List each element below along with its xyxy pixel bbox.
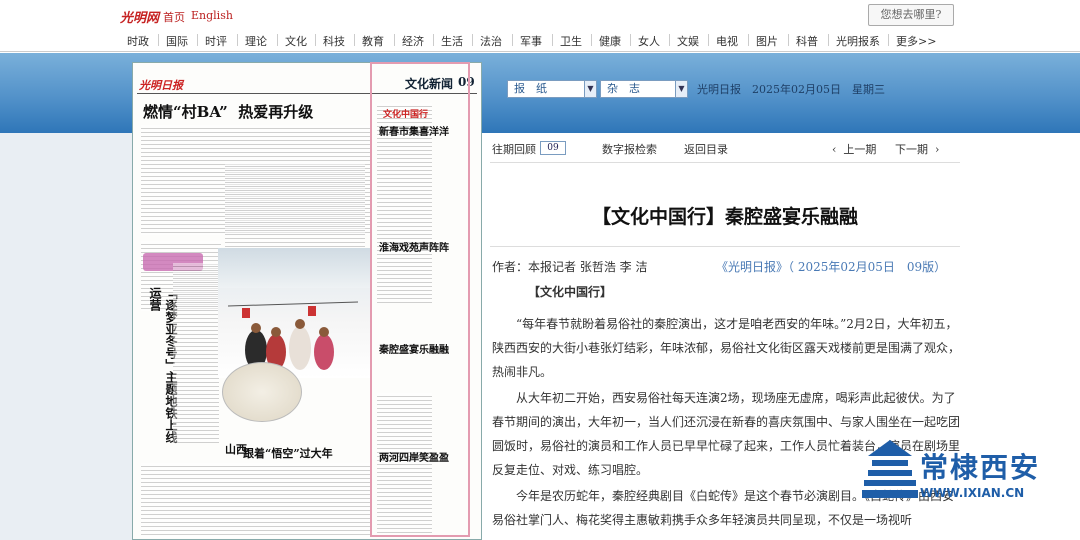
home-link[interactable]: 首页 (163, 9, 185, 25)
watermark: 常棣西安 WWW.IXIAN.CN (862, 438, 1062, 533)
article-column-tag: 【文化中国行】 (528, 285, 613, 299)
issue-date: 光明日报 2025年02月05日 星期三 (697, 83, 885, 96)
past-issues-link[interactable]: 往期回顾 (492, 141, 536, 157)
wukong-illustration (222, 362, 302, 422)
nav-item[interactable]: 法治 (480, 33, 502, 49)
site-logo[interactable]: 光明网 (120, 7, 159, 26)
nav-item[interactable]: 文娱 (677, 33, 699, 49)
nav-separator (748, 34, 749, 46)
chevron-down-icon: ▼ (584, 81, 596, 97)
paper-bottom-headline: 跟着“悟空”过大年 (243, 447, 333, 460)
article-paragraph-1: “每年春节就盼着易俗社的秦腔演出，这才是咱老西安的年味。”2月2日，大年初五，陕… (492, 317, 961, 379)
nav-item[interactable]: 卫生 (560, 33, 582, 49)
nav-separator (472, 34, 473, 46)
nav-item[interactable]: 女人 (638, 33, 660, 49)
nav-separator (512, 34, 513, 46)
nav-separator (630, 34, 631, 46)
nav-separator (828, 34, 829, 46)
nav-item[interactable]: 经济 (402, 33, 424, 49)
nav-separator (354, 34, 355, 46)
nav-item[interactable]: 科技 (323, 33, 345, 49)
article-byline: 作者：本报记者 张哲浩 李 洁 (492, 260, 648, 274)
chevron-right-icon: › (935, 143, 940, 156)
prev-issue-link[interactable]: ‹ 上一期 (832, 141, 876, 157)
article-title: 【文化中国行】秦腔盛宴乐融融 (591, 206, 858, 228)
back-to-index-link[interactable]: 返回目录 (684, 141, 728, 157)
divider (490, 162, 960, 163)
nav-item[interactable]: 电视 (716, 33, 738, 49)
nav-item[interactable]: 健康 (599, 33, 621, 49)
people-figures (228, 301, 358, 370)
top-bar: 光明网 首页 English 您想去哪里? (0, 0, 1080, 30)
nav-separator (788, 34, 789, 46)
nav-separator (315, 34, 316, 46)
nav-separator (197, 34, 198, 46)
nav-separator (591, 34, 592, 46)
nav-separator (158, 34, 159, 46)
article-source[interactable]: 《光明日报》（ 2025年02月05日 09版） (716, 258, 946, 275)
photo-sky (218, 248, 370, 288)
nav-item[interactable]: 理论 (245, 33, 267, 49)
chevron-left-icon: ‹ (832, 143, 837, 156)
nav-item[interactable]: 生活 (441, 33, 463, 49)
left-gutter (0, 133, 132, 540)
nav-item[interactable]: 图片 (756, 33, 778, 49)
nav-separator (552, 34, 553, 46)
nav-separator (669, 34, 670, 46)
pagoda-icon (862, 440, 918, 498)
nav-item[interactable]: 时评 (205, 33, 227, 49)
nav-item[interactable]: 军事 (520, 33, 542, 49)
nav-item[interactable]: 时政 (127, 33, 149, 49)
ski-photo (218, 248, 370, 378)
paper-column-frame (370, 62, 470, 537)
nav-item[interactable]: 光明报系 (836, 33, 880, 49)
nav-separator (277, 34, 278, 46)
paper-main-headline: 燃情“村BA” 热爱再升级 (143, 103, 314, 121)
chevron-down-icon: ▼ (675, 81, 687, 97)
digital-search-link[interactable]: 数字报检索 (602, 141, 657, 157)
nav-separator (237, 34, 238, 46)
site-search-button[interactable]: 您想去哪里? (868, 4, 954, 26)
issue-select[interactable]: 09 (540, 141, 566, 155)
main-nav: 时政 国际 时评 理论 文化 科技 教育 经济 生活 法治 军事 卫生 健康 女人 文娱 电视 图片 科普 光明报系… (0, 30, 1080, 52)
nav-item[interactable]: 更多>> (896, 33, 936, 49)
nav-item[interactable]: 教育 (362, 33, 384, 49)
paper-masthead: 光明日报 (139, 79, 183, 92)
nav-item[interactable]: 国际 (166, 33, 188, 49)
nav-separator (433, 34, 434, 46)
watermark-text: 常棣西安 (920, 451, 1041, 484)
divider (490, 246, 960, 247)
nav-separator (394, 34, 395, 46)
nav-item[interactable]: 文化 (285, 33, 307, 49)
nav-separator (888, 34, 889, 46)
watermark-url: WWW.IXIAN.CN (920, 486, 1025, 500)
next-issue-link[interactable]: 下一期 › (895, 141, 939, 157)
english-link[interactable]: English (191, 9, 233, 22)
nav-item[interactable]: 科普 (796, 33, 818, 49)
paper-text-block (141, 463, 371, 538)
paper-select[interactable]: 报 纸 ▼ (507, 80, 597, 98)
paper-text-block (173, 263, 219, 443)
nav-separator (708, 34, 709, 46)
magazine-select[interactable]: 杂 志 ▼ (600, 80, 688, 98)
